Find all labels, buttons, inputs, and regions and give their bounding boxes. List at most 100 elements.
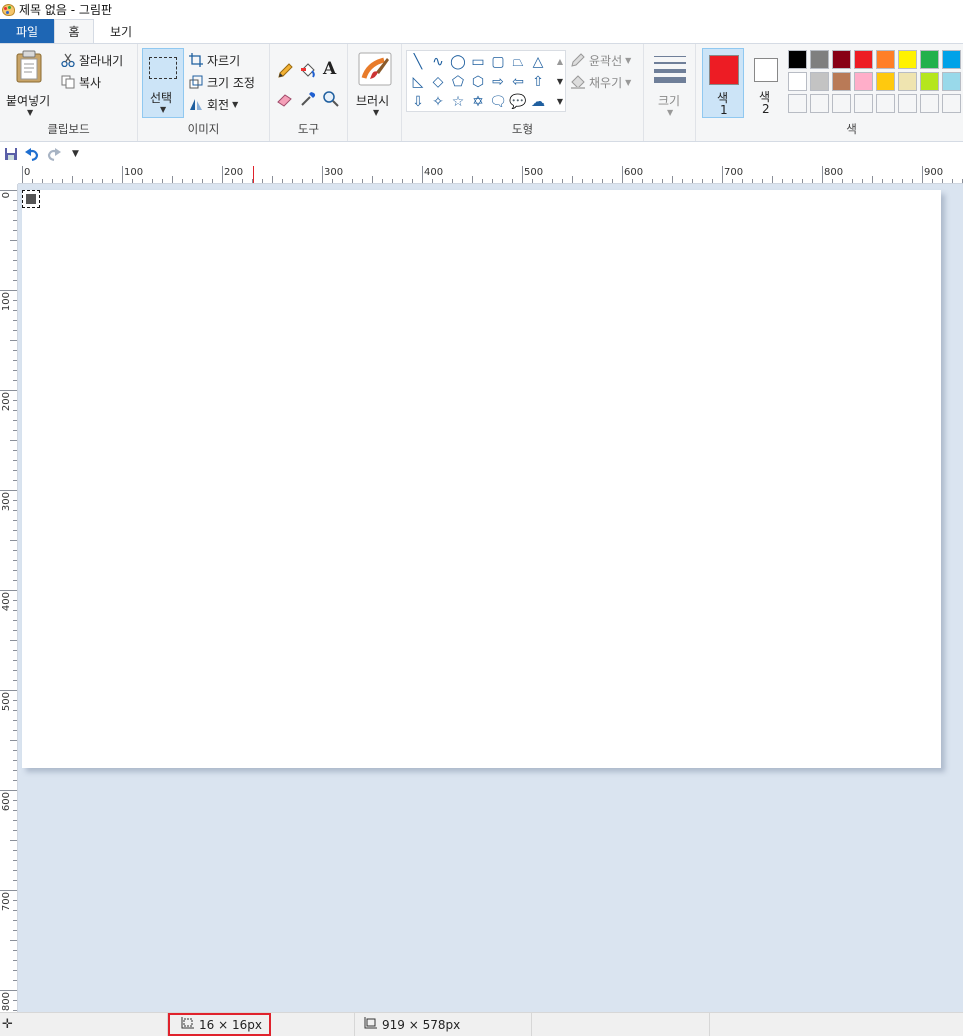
paint-app-icon[interactable] <box>2 3 16 17</box>
shape-curve-icon[interactable]: ∿ <box>429 53 447 71</box>
color-picker-icon[interactable] <box>299 90 317 108</box>
shape-four-point-star-icon[interactable]: ✧ <box>429 93 447 111</box>
shape-right-triangle-icon[interactable]: ◺ <box>409 73 427 91</box>
ruler-tick <box>13 750 17 751</box>
ruler-tick <box>0 490 17 491</box>
custom-color-slot[interactable] <box>898 94 917 113</box>
group-image: 선택 ▼ 자르기 크기 조정 회전 ▼ 이미지 <box>138 44 270 141</box>
shape-oval-callout-icon[interactable]: 💬 <box>509 93 527 111</box>
palette-color-swatch[interactable] <box>876 50 895 69</box>
tab-home[interactable]: 홈 <box>54 19 94 43</box>
selection-marquee[interactable] <box>22 190 40 208</box>
ruler-tick <box>13 820 17 821</box>
shape-up-arrow-icon[interactable]: ⇧ <box>529 73 547 91</box>
custom-color-slot[interactable] <box>788 94 807 113</box>
select-button[interactable]: 선택 ▼ <box>142 48 184 118</box>
drawing-canvas[interactable] <box>22 190 941 768</box>
rotate-button[interactable]: 회전 ▼ <box>188 94 238 114</box>
save-icon[interactable] <box>4 147 18 161</box>
ruler-label: 800 <box>1 992 12 1012</box>
text-tool-icon[interactable]: A <box>323 59 336 79</box>
custom-color-slot[interactable] <box>832 94 851 113</box>
tab-view[interactable]: 보기 <box>94 19 148 43</box>
eraser-icon[interactable] <box>276 90 294 108</box>
size-dropdown-icon[interactable]: ▼ <box>667 108 673 117</box>
custom-color-slot[interactable] <box>942 94 961 113</box>
tab-file[interactable]: 파일 <box>0 19 54 43</box>
palette-color-swatch[interactable] <box>854 50 873 69</box>
resize-icon <box>188 74 204 90</box>
shape-cloud-callout-icon[interactable]: ☁ <box>529 93 547 111</box>
palette-color-swatch[interactable] <box>920 72 939 91</box>
shape-scroll-up-icon[interactable]: ▲ <box>551 53 569 71</box>
brush-dropdown-icon[interactable]: ▼ <box>373 108 379 117</box>
palette-color-swatch[interactable] <box>876 72 895 91</box>
palette-color-swatch[interactable] <box>832 50 851 69</box>
shape-hexagon-icon[interactable]: ⬡ <box>469 73 487 91</box>
redo-icon[interactable] <box>46 147 62 162</box>
custom-color-slot[interactable] <box>854 94 873 113</box>
size-button[interactable]: 크기 ▼ <box>648 48 692 120</box>
vertical-ruler: 0 100 200 300 400 500 600 700 800 <box>0 184 18 1012</box>
custom-color-slot[interactable] <box>876 94 895 113</box>
resize-button[interactable]: 크기 조정 <box>188 72 255 92</box>
shape-rounded-rectangle-icon[interactable]: ▢ <box>489 53 507 71</box>
palette-color-swatch[interactable] <box>942 72 961 91</box>
palette-color-swatch[interactable] <box>854 72 873 91</box>
palette-color-swatch[interactable] <box>942 50 961 69</box>
shape-polygon-icon[interactable]: ⏢ <box>509 53 527 71</box>
palette-color-swatch[interactable] <box>920 50 939 69</box>
copy-button[interactable]: 복사 <box>60 72 101 92</box>
shape-down-arrow-icon[interactable]: ⇩ <box>409 93 427 111</box>
shape-line-icon[interactable]: ╲ <box>409 53 427 71</box>
ruler-tick <box>142 179 143 183</box>
outline-button[interactable]: 윤곽선 ▼ <box>570 50 631 70</box>
palette-color-swatch[interactable] <box>810 72 829 91</box>
fill-bucket-icon[interactable] <box>299 62 317 80</box>
rotate-dropdown-icon[interactable]: ▼ <box>232 100 238 109</box>
fill-dropdown-icon[interactable]: ▼ <box>625 78 631 87</box>
ruler-tick <box>13 1000 17 1001</box>
magnifier-icon[interactable] <box>322 90 340 108</box>
paste-button[interactable]: 붙여넣기 ▼ <box>4 48 54 120</box>
palette-color-swatch[interactable] <box>810 50 829 69</box>
ruler-tick <box>372 176 373 183</box>
cut-button[interactable]: 잘라내기 <box>60 50 123 70</box>
palette-color-swatch[interactable] <box>898 50 917 69</box>
palette-color-swatch[interactable] <box>898 72 917 91</box>
shape-rect-callout-icon[interactable]: 🗨 <box>489 93 507 111</box>
outline-dropdown-icon[interactable]: ▼ <box>625 56 631 65</box>
ruler-tick <box>442 179 443 183</box>
ruler-tick <box>13 570 17 571</box>
shape-diamond-icon[interactable]: ◇ <box>429 73 447 91</box>
custom-color-slot[interactable] <box>920 94 939 113</box>
color1-button[interactable]: 색 1 <box>702 48 744 118</box>
custom-color-slot[interactable] <box>810 94 829 113</box>
shape-six-point-star-icon[interactable]: ✡ <box>469 93 487 111</box>
shape-scroll-down-icon[interactable]: ▼ <box>551 73 569 91</box>
shape-triangle-icon[interactable]: △ <box>529 53 547 71</box>
paste-dropdown-icon[interactable]: ▼ <box>27 108 33 117</box>
shape-gallery-expand-icon[interactable]: ▼ <box>551 93 569 111</box>
palette-color-swatch[interactable] <box>832 72 851 91</box>
brush-button[interactable]: 브러시 ▼ <box>352 48 398 120</box>
customize-toolbar-icon[interactable]: ▼ <box>72 149 79 159</box>
select-dropdown-icon[interactable]: ▼ <box>160 105 166 114</box>
shape-right-arrow-icon[interactable]: ⇨ <box>489 73 507 91</box>
pencil-icon[interactable] <box>276 62 294 80</box>
color2-button[interactable]: 색 2 <box>748 48 784 118</box>
ruler-tick <box>13 420 17 421</box>
palette-color-swatch[interactable] <box>788 50 807 69</box>
drawing-workspace[interactable] <box>18 184 963 1012</box>
shape-five-point-star-icon[interactable]: ☆ <box>449 93 467 111</box>
crop-button[interactable]: 자르기 <box>188 50 240 70</box>
shape-left-arrow-icon[interactable]: ⇦ <box>509 73 527 91</box>
shape-rectangle-icon[interactable]: ▭ <box>469 53 487 71</box>
ruler-tick <box>82 179 83 183</box>
fill-button[interactable]: 채우기 ▼ <box>570 72 631 92</box>
ruler-tick <box>13 900 17 901</box>
palette-color-swatch[interactable] <box>788 72 807 91</box>
undo-icon[interactable] <box>24 147 40 162</box>
shape-pentagon-icon[interactable]: ⬠ <box>449 73 467 91</box>
shape-oval-icon[interactable]: ◯ <box>449 53 467 71</box>
